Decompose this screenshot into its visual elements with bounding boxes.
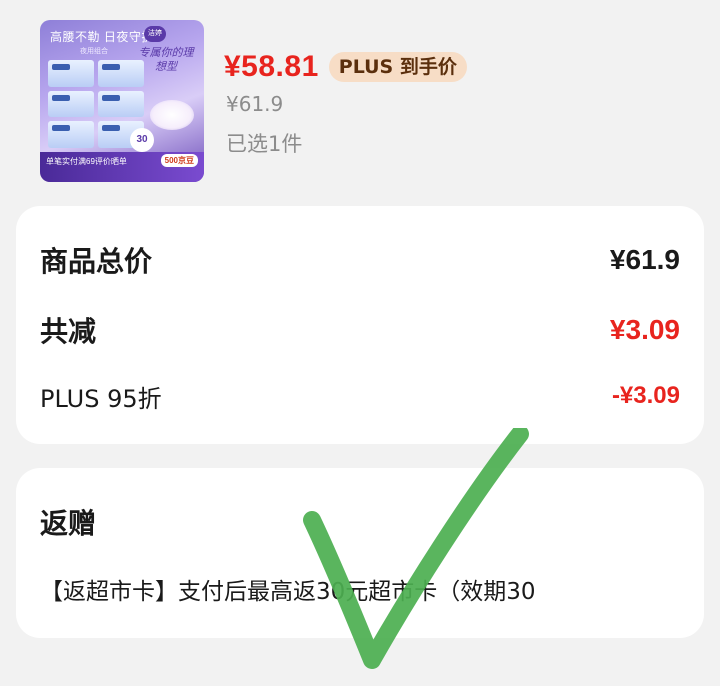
total-price-row: 商品总价 ¥61.9 [40, 240, 680, 280]
thumbnail-subtitle: 夜用组合 [80, 48, 108, 55]
thumbnail-promo-banner: 单笔实付满69评价晒单 500京豆 [40, 152, 204, 182]
price-row: ¥58.81 PLUS 到手价 [224, 44, 467, 90]
bean-badge: 500京豆 [160, 154, 198, 167]
total-price-value: ¥61.9 [609, 244, 680, 275]
pack-image [98, 60, 144, 87]
total-reduction-label: 共减 [40, 315, 97, 348]
plus-discount-label: PLUS 95折 [40, 384, 162, 413]
count-badge: 30 [130, 128, 154, 152]
gift-title: 返赠 [40, 507, 97, 540]
plus-discount-value: -¥3.09 [611, 382, 680, 409]
pack-image [48, 121, 94, 148]
total-reduction-value: ¥3.09 [609, 314, 680, 345]
plus-discount-row: PLUS 95折 -¥3.09 [40, 378, 680, 414]
total-reduction-row: 共减 ¥3.09 [40, 310, 680, 350]
original-price: ¥61.9 [226, 92, 284, 116]
promo-text: 单笔实付满69评价晒单 [46, 157, 127, 166]
pack-image [48, 90, 94, 118]
total-price-label: 商品总价 [40, 245, 153, 278]
plus-price-badge: PLUS 到手价 [328, 52, 467, 82]
gift-description[interactable]: 【返超市卡】支付后最高返30元超市卡（效期30 [40, 572, 694, 606]
pack-image [98, 90, 144, 118]
brand-logo: 洁婷 [144, 26, 166, 42]
pad-illustration [150, 100, 194, 130]
product-thumbnail[interactable]: 高腰不勒 日夜守护 夜用组合 洁婷 专属你的理想型 30 单笔实付满69评价晒单… [40, 20, 204, 182]
product-packs [48, 60, 144, 148]
thumbnail-headline: 高腰不勒 日夜守护 [50, 30, 154, 44]
gift-card: 返赠 【返超市卡】支付后最高返30元超市卡（效期30 [16, 468, 704, 638]
selected-count: 已选1件 [226, 132, 303, 156]
thumbnail-slogan: 专属你的理想型 [138, 47, 194, 73]
pack-image [48, 60, 94, 87]
price-summary-card: 商品总价 ¥61.9 共减 ¥3.09 PLUS 95折 -¥3.09 [16, 206, 704, 444]
product-summary: 高腰不勒 日夜守护 夜用组合 洁婷 专属你的理想型 30 单笔实付满69评价晒单… [0, 0, 720, 200]
current-price: ¥58.81 [224, 50, 319, 83]
